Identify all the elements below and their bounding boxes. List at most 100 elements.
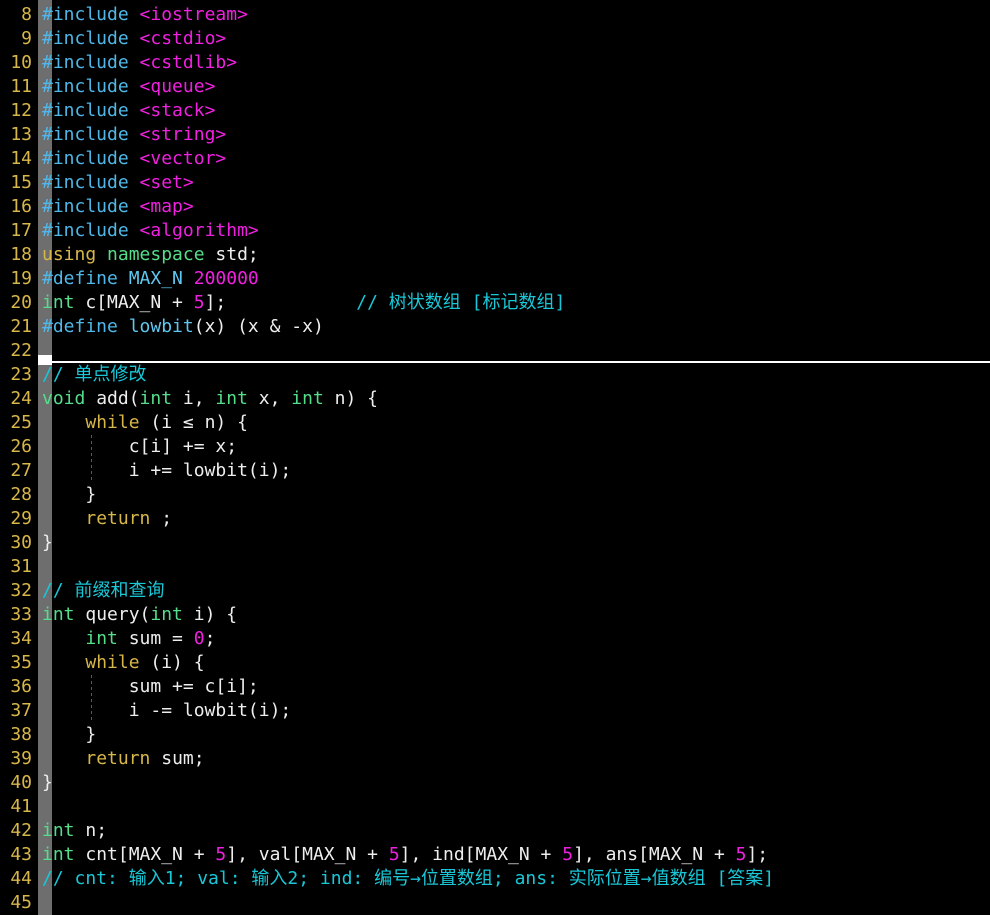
code-line[interactable]: 41	[0, 795, 990, 819]
line-content[interactable]: }	[32, 483, 990, 507]
line-content[interactable]: int cnt[MAX_N + 5], val[MAX_N + 5], ind[…	[32, 843, 990, 867]
line-content[interactable]: sum += c[i];	[32, 675, 990, 699]
code-line[interactable]: 11 #include <queue>	[0, 75, 990, 99]
token-typ: int	[85, 628, 118, 649]
code-line[interactable]: 23 // 单点修改	[0, 363, 990, 387]
code-line[interactable]: 37 i -= lowbit(i);	[0, 699, 990, 723]
token-typ: int	[42, 844, 75, 865]
token-num: 5	[388, 844, 400, 865]
token-typ: int	[42, 604, 75, 625]
token-pl: add(	[85, 388, 140, 409]
line-content[interactable]: #include <string>	[32, 123, 990, 147]
token-pl: c[i] += x;	[42, 436, 238, 457]
line-content[interactable]: #include <cstdlib>	[32, 51, 990, 75]
line-content[interactable]: return sum;	[32, 747, 990, 771]
line-content[interactable]: #include <set>	[32, 171, 990, 195]
code-line[interactable]: 10 #include <cstdlib>	[0, 51, 990, 75]
token-pl: n) {	[323, 388, 378, 409]
line-content[interactable]: while (i ≤ n) {	[32, 411, 990, 435]
code-line[interactable]: 33 int query(int i) {	[0, 603, 990, 627]
code-line[interactable]: 31	[0, 555, 990, 579]
token-typ: int	[215, 388, 248, 409]
line-content[interactable]: int query(int i) {	[32, 603, 990, 627]
token-num: 5	[215, 844, 227, 865]
code-line[interactable]: 38 }	[0, 723, 990, 747]
code-line[interactable]: 30}	[0, 531, 990, 555]
line-content[interactable]: #include <map>	[32, 195, 990, 219]
code-line[interactable]: 14 #include <vector>	[0, 147, 990, 171]
code-line[interactable]: 39 return sum;	[0, 747, 990, 771]
code-line[interactable]: 44 // cnt: 输入1; val: 输入2; ind: 编号→位置数组; a…	[0, 867, 990, 891]
code-line[interactable]: 16 #include <map>	[0, 195, 990, 219]
line-number: 9	[21, 28, 32, 49]
token-pl: ;	[150, 508, 173, 529]
indent-guide	[91, 435, 92, 459]
line-content[interactable]: c[i] += x;	[32, 435, 990, 459]
line-content[interactable]: void add(int i, int x, int n) {	[32, 387, 990, 411]
code-line[interactable]: 40}	[0, 771, 990, 795]
token-pp: #define	[42, 268, 129, 289]
code-line[interactable]: 12 #include <stack>	[0, 99, 990, 123]
token-pp: #define	[42, 316, 129, 337]
code-line[interactable]: 27 i += lowbit(i);	[0, 459, 990, 483]
code-line[interactable]: 9 #include <cstdio>	[0, 27, 990, 51]
line-content[interactable]: i -= lowbit(i);	[32, 699, 990, 723]
code-line[interactable]: 26 c[i] += x;	[0, 435, 990, 459]
line-content[interactable]	[32, 891, 990, 915]
line-content[interactable]: // 单点修改	[32, 363, 990, 387]
code-line[interactable]: 35 while (i) {	[0, 651, 990, 675]
code-line[interactable]: 21 #define lowbit(x) (x & -x)	[0, 315, 990, 339]
code-line[interactable]: 36 sum += c[i];	[0, 675, 990, 699]
line-content[interactable]	[32, 555, 990, 579]
line-content[interactable]: #include <queue>	[32, 75, 990, 99]
line-content[interactable]: #define MAX_N 200000	[32, 267, 990, 291]
token-typ: void	[42, 388, 86, 409]
line-number: 12	[10, 100, 32, 121]
code-line[interactable]: 24 void add(int i, int x, int n) {	[0, 387, 990, 411]
line-content[interactable]: using namespace std;	[32, 243, 990, 267]
code-line[interactable]: 29 return ;	[0, 507, 990, 531]
code-line[interactable]: 43 int cnt[MAX_N + 5], val[MAX_N + 5], in…	[0, 843, 990, 867]
scrollbar-thumb[interactable]	[38, 355, 52, 365]
code-line[interactable]: 45	[0, 891, 990, 915]
code-line[interactable]: 22	[0, 339, 990, 363]
line-content[interactable]: int sum = 0;	[32, 627, 990, 651]
line-content[interactable]: return ;	[32, 507, 990, 531]
line-content[interactable]: #include <algorithm>	[32, 219, 990, 243]
code-line[interactable]: 15 #include <set>	[0, 171, 990, 195]
code-line[interactable]: 28 }	[0, 483, 990, 507]
line-number: 14	[10, 148, 32, 169]
token-hdr: <stack>	[139, 100, 216, 121]
line-content[interactable]: #define lowbit(x) (x & -x)	[32, 315, 990, 339]
line-content[interactable]: int c[MAX_N + 5]; // 树状数组 [标记数组]	[32, 291, 990, 315]
code-line[interactable]: 17 #include <algorithm>	[0, 219, 990, 243]
line-content[interactable]	[32, 339, 990, 363]
line-content[interactable]: }	[32, 771, 990, 795]
code-line[interactable]: 13 #include <string>	[0, 123, 990, 147]
code-line[interactable]: 18 using namespace std;	[0, 243, 990, 267]
code-line[interactable]: 19 #define MAX_N 200000	[0, 267, 990, 291]
line-content[interactable]: // cnt: 输入1; val: 输入2; ind: 编号→位置数组; ans…	[32, 867, 990, 891]
token-pp: #include	[42, 76, 140, 97]
code-line[interactable]: 34 int sum = 0;	[0, 627, 990, 651]
line-content[interactable]: #include <vector>	[32, 147, 990, 171]
code-editor[interactable]: 8 #include <iostream> 9 #include <cstdio> 10…	[0, 0, 990, 915]
code-line[interactable]: 25 while (i ≤ n) {	[0, 411, 990, 435]
line-content[interactable]: int n;	[32, 819, 990, 843]
line-content[interactable]: }	[32, 723, 990, 747]
code-line[interactable]: 20 int c[MAX_N + 5]; // 树状数组 [标记数组]	[0, 291, 990, 315]
token-id: MAX_N	[128, 268, 183, 289]
code-line[interactable]: 32 // 前缀和查询	[0, 579, 990, 603]
line-content[interactable]	[32, 795, 990, 819]
token-pl: i,	[172, 388, 216, 409]
token-hdr: <set>	[139, 172, 194, 193]
code-line[interactable]: 42 int n;	[0, 819, 990, 843]
line-content[interactable]: while (i) {	[32, 651, 990, 675]
line-content[interactable]: #include <stack>	[32, 99, 990, 123]
line-content[interactable]: i += lowbit(i);	[32, 459, 990, 483]
line-content[interactable]: }	[32, 531, 990, 555]
line-content[interactable]: // 前缀和查询	[32, 579, 990, 603]
line-content[interactable]: #include <iostream>	[32, 3, 990, 27]
code-line[interactable]: 8 #include <iostream>	[0, 3, 990, 27]
line-content[interactable]: #include <cstdio>	[32, 27, 990, 51]
